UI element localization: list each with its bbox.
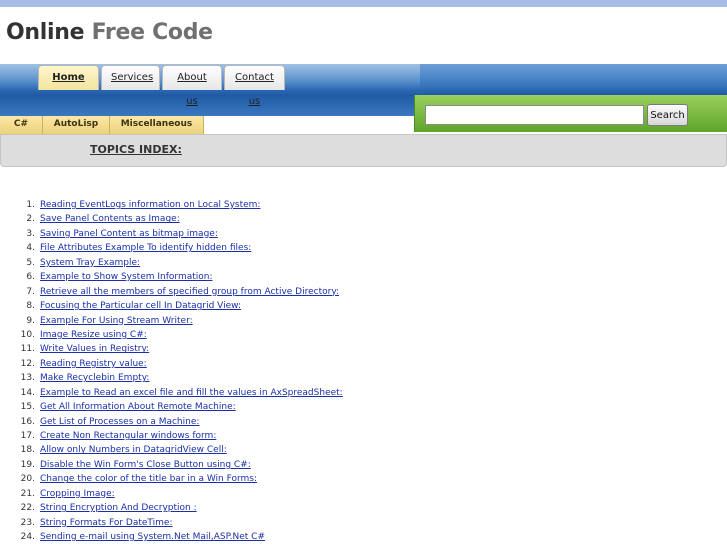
category-csharp[interactable]: C# <box>0 116 43 134</box>
list-item-number: 14. <box>20 387 35 398</box>
list-item-number: 12. <box>20 358 35 369</box>
topic-link[interactable]: Allow only Numbers in DatagridView Cell: <box>40 443 227 457</box>
logo-part-free-code: Free Code <box>91 20 214 45</box>
list-item-number: 21. <box>20 488 35 499</box>
category-autolisp[interactable]: AutoLisp <box>43 116 110 134</box>
nav-contact-us[interactable]: Contact us <box>224 65 285 107</box>
list-item-number: 5. <box>26 257 35 268</box>
top-stripe <box>0 0 727 7</box>
topic-link[interactable]: String Encryption And Decryption : <box>40 501 197 515</box>
list-item: 12. Reading Registry value: <box>0 357 343 371</box>
list-item: 10. Image Resize using C#: <box>0 328 343 342</box>
main-nav: Home Services About us Contact us <box>38 65 285 107</box>
topic-link[interactable]: Change the color of the title bar in a W… <box>40 472 257 486</box>
topic-link[interactable]: Create Non Rectangular windows form: <box>40 429 216 443</box>
list-item-number: 22. <box>20 503 35 514</box>
list-item-number: 10. <box>20 329 35 340</box>
topic-link[interactable]: Make Recyclebin Empty: <box>40 371 149 385</box>
topics-list: 1. Reading EventLogs information on Local… <box>0 198 343 545</box>
list-item-number: 1. <box>26 200 35 210</box>
topic-link[interactable]: Focusing the Particular cell In Datagrid… <box>40 299 241 313</box>
topic-link[interactable]: Sending e-mail using System.Net Mail,ASP… <box>40 530 265 544</box>
list-item: 6. Example to Show System Information: <box>0 270 343 284</box>
list-item: 21. Cropping Image: <box>0 487 343 501</box>
list-item: 17. Create Non Rectangular windows form: <box>0 429 343 443</box>
list-item-number: 17. <box>20 431 35 441</box>
list-item-number: 8. <box>26 301 35 312</box>
topic-link[interactable]: Reading EventLogs information on Local S… <box>40 198 260 212</box>
topic-link[interactable]: Retrieve all the members of specified gr… <box>40 285 339 299</box>
list-item: 18. Allow only Numbers in DatagridView Ce… <box>0 443 343 457</box>
list-item: 22. String Encryption And Decryption : <box>0 501 343 515</box>
topic-link[interactable]: Save Panel Contents as Image: <box>40 212 180 226</box>
list-item-number: 23. <box>20 517 35 528</box>
topic-link[interactable]: File Attributes Example To identify hidd… <box>40 241 251 255</box>
list-item-number: 24. <box>20 532 35 543</box>
list-item: 24. Sending e-mail using System.Net Mail,… <box>0 530 343 544</box>
list-item-number: 4. <box>26 243 35 254</box>
search-button[interactable]: Search <box>647 104 688 126</box>
list-item: 11. Write Values in Registry: <box>0 342 343 356</box>
topic-link[interactable]: Image Resize using C#: <box>40 328 147 342</box>
logo-part-online: Online <box>6 20 85 45</box>
topic-link[interactable]: Get List of Processes on a Machine: <box>40 415 199 429</box>
topic-link[interactable]: Reading Registry value: <box>40 357 147 371</box>
list-item: 14. Example to Read an excel file and fil… <box>0 386 343 400</box>
list-item-number: 13. <box>20 373 35 384</box>
list-item-number: 11. <box>20 344 35 355</box>
topic-link[interactable]: Get All Information About Remote Machine… <box>40 400 236 414</box>
category-miscellaneous[interactable]: Miscellaneous <box>110 116 204 134</box>
list-item: 3. Saving Panel Content as bitmap image: <box>0 227 343 241</box>
list-item: 5. System Tray Example: <box>0 256 343 270</box>
nav-services[interactable]: Services <box>101 65 160 90</box>
topic-link[interactable]: System Tray Example: <box>40 256 140 270</box>
list-item: 2. Save Panel Contents as Image: <box>0 212 343 226</box>
topic-link[interactable]: Example to Show System Information: <box>40 270 213 284</box>
list-item-number: 20. <box>20 474 35 485</box>
topic-link[interactable]: Example to Read an excel file and fill t… <box>40 386 343 400</box>
list-item-number: 15. <box>20 402 35 413</box>
list-item: 23. String Formats For DateTime: <box>0 516 343 530</box>
list-item-number: 7. <box>26 286 35 297</box>
list-item: 20. Change the color of the title bar in … <box>0 472 343 486</box>
list-item-number: 16. <box>20 416 35 427</box>
topic-link[interactable]: Saving Panel Content as bitmap image: <box>40 227 218 241</box>
category-bar: C# AutoLisp Miscellaneous <box>0 116 204 134</box>
list-item-number: 18. <box>20 445 35 456</box>
list-item: 13. Make Recyclebin Empty: <box>0 371 343 385</box>
list-item: 8. Focusing the Particular cell In Datagr… <box>0 299 343 313</box>
nav-home[interactable]: Home <box>38 65 99 90</box>
topic-link[interactable]: Cropping Image: <box>40 487 115 501</box>
topics-index-title[interactable]: TOPICS INDEX: <box>90 143 182 156</box>
topic-link[interactable]: Example For Using Stream Writer: <box>40 314 193 328</box>
list-item-number: 9. <box>26 315 35 326</box>
list-item: 16. Get List of Processes on a Machine: <box>0 415 343 429</box>
list-item: 4. File Attributes Example To identify hi… <box>0 241 343 255</box>
topic-link[interactable]: String Formats For DateTime: <box>40 516 172 530</box>
list-item: 9. Example For Using Stream Writer: <box>0 314 343 328</box>
nav-about-us[interactable]: About us <box>162 65 222 107</box>
site-logo[interactable]: Online Free Code <box>6 20 213 45</box>
list-item: 7. Retrieve all the members of specified … <box>0 285 343 299</box>
search-input[interactable] <box>425 105 644 125</box>
list-item-number: 6. <box>26 272 35 283</box>
list-item: 1. Reading EventLogs information on Local… <box>0 198 343 212</box>
list-item-number: 19. <box>20 459 35 470</box>
list-item-number: 3. <box>26 228 35 239</box>
topic-link[interactable]: Write Values in Registry: <box>40 342 149 356</box>
list-item: 19. Disable the Win Form's Close Button u… <box>0 458 343 472</box>
topic-link[interactable]: Disable the Win Form's Close Button usin… <box>40 458 251 472</box>
list-item-number: 2. <box>26 214 35 225</box>
list-item: 15. Get All Information About Remote Mach… <box>0 400 343 414</box>
